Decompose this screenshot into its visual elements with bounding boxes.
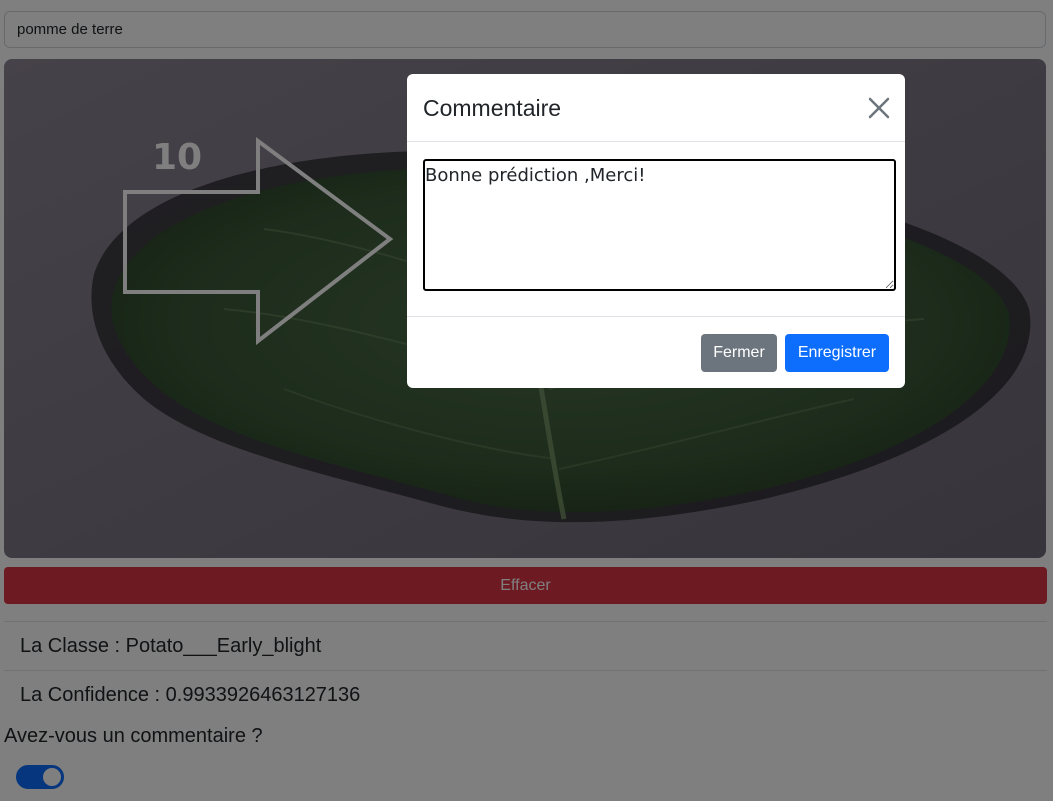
comment-modal: Commentaire Bonne prédiction ,Merci! Fer… xyxy=(407,74,905,388)
modal-header: Commentaire xyxy=(407,74,905,142)
modal-title: Commentaire xyxy=(423,95,562,121)
save-button[interactable]: Enregistrer xyxy=(785,334,889,372)
close-icon[interactable] xyxy=(867,96,891,120)
comment-textarea[interactable]: Bonne prédiction ,Merci! xyxy=(423,159,896,291)
modal-body: Bonne prédiction ,Merci! xyxy=(407,142,905,317)
close-button[interactable]: Fermer xyxy=(701,334,777,372)
